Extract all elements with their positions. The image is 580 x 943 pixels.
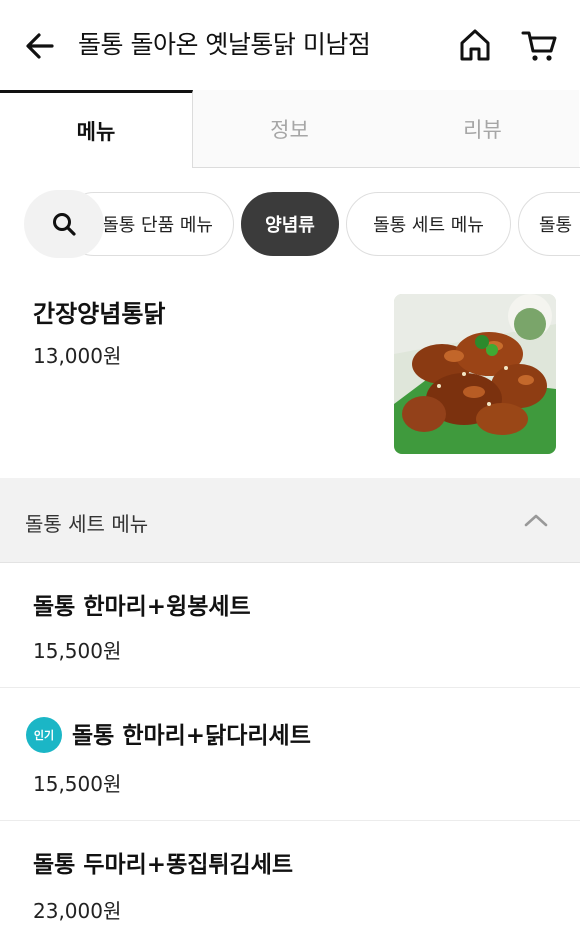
item-name: 간장양념통닭	[33, 300, 166, 328]
search-button[interactable]	[24, 190, 104, 258]
food-photo	[394, 294, 556, 454]
store-title: 돌통 돌아온 옛날통닭 미남점	[78, 30, 371, 59]
chip-seasoned[interactable]: 양념류	[241, 192, 339, 256]
item-price: 15,500원	[33, 772, 122, 796]
search-icon	[53, 213, 76, 236]
tab-menu[interactable]: 메뉴	[0, 90, 193, 168]
menu-item[interactable]: 돌통 두마리+똥집튀김세트 23,000원	[0, 821, 580, 943]
item-name: 돌통 한마리+윙봉세트	[33, 594, 251, 620]
item-price: 23,000원	[33, 899, 122, 923]
tab-info[interactable]: 정보	[193, 90, 386, 167]
menu-item[interactable]: 돌통 한마리+윙봉세트 15,500원	[0, 563, 580, 688]
chip-set-menu[interactable]: 돌통 세트 메뉴	[346, 192, 511, 256]
section-header-set-menu[interactable]: 돌통 세트 메뉴	[0, 478, 580, 563]
tab-review[interactable]: 리뷰	[386, 90, 579, 167]
home-icon[interactable]	[457, 26, 493, 64]
category-chip-row[interactable]: 돌통 단품 메뉴 양념류 돌통 세트 메뉴 돌통	[0, 168, 580, 278]
chevron-up-icon[interactable]	[522, 508, 550, 532]
back-arrow-icon[interactable]	[22, 28, 58, 64]
popular-badge: 인기	[26, 717, 62, 753]
tab-bar: 메뉴 정보 리뷰	[0, 90, 580, 168]
menu-item-featured[interactable]: 간장양념통닭 13,000원	[0, 278, 580, 478]
cart-icon[interactable]	[520, 26, 558, 64]
chip-doltong[interactable]: 돌통	[518, 192, 580, 256]
app-header: 돌통 돌아온 옛날통닭 미남점	[0, 0, 580, 90]
item-name: 돌통 한마리+닭다리세트	[72, 723, 311, 749]
section-title: 돌통 세트 메뉴	[25, 512, 149, 536]
item-price: 15,500원	[33, 639, 122, 663]
item-name: 돌통 두마리+똥집튀김세트	[33, 852, 294, 878]
item-price: 13,000원	[33, 344, 122, 368]
menu-item[interactable]: 인기 돌통 한마리+닭다리세트 15,500원	[0, 688, 580, 821]
